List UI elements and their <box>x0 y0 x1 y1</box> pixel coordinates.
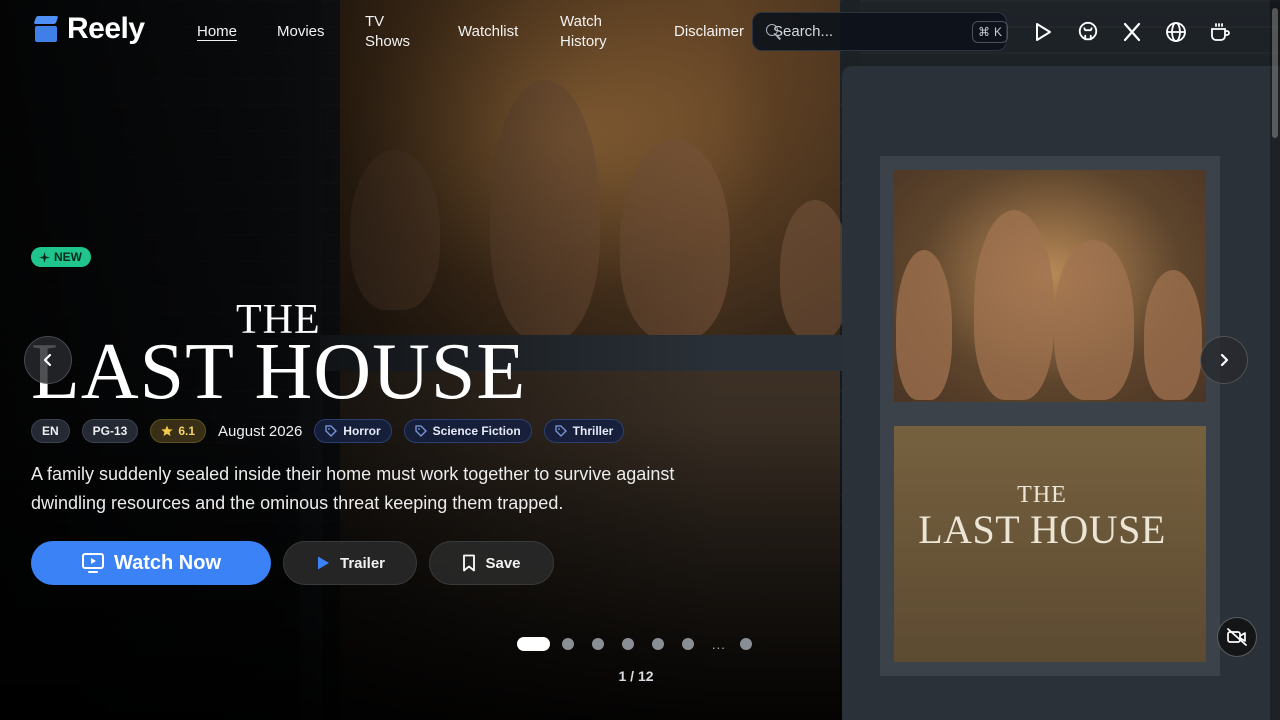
genre-label: Horror <box>343 424 381 438</box>
genre-pill[interactable]: Thriller <box>543 419 625 443</box>
carousel-dot[interactable] <box>652 638 664 650</box>
carousel-pagination: ... <box>517 636 770 652</box>
nav-home[interactable]: Home <box>197 22 237 42</box>
app-name: Reely <box>67 12 145 45</box>
genre-pill[interactable]: Horror <box>314 419 392 443</box>
top-navbar: Reely Home Movies TV Shows Watchlist Wat… <box>0 0 1280 64</box>
clapperboard-icon <box>33 16 59 42</box>
trailer-button[interactable]: Trailer <box>283 541 417 585</box>
carousel-dot[interactable] <box>592 638 604 650</box>
rating-value: 6.1 <box>178 424 196 438</box>
carousel-next-button[interactable] <box>1200 336 1248 384</box>
rating-pill: 6.1 <box>150 419 207 443</box>
carousel-dot-last[interactable] <box>739 638 752 650</box>
play-icon <box>317 556 329 570</box>
language-pill: EN <box>31 419 70 443</box>
save-button[interactable]: Save <box>429 541 554 585</box>
certification-pill: PG-13 <box>81 419 139 443</box>
tag-icon <box>414 425 427 437</box>
app-logo[interactable]: Reely <box>33 12 145 46</box>
watch-now-label: Watch Now <box>113 551 222 574</box>
chevron-right-icon <box>1220 353 1229 367</box>
carousel-dot-active[interactable] <box>517 637 550 651</box>
carousel-dot[interactable] <box>562 638 574 650</box>
carousel-prev-button[interactable] <box>24 336 72 384</box>
poster-title-main: LAST HOUSE <box>918 507 1166 552</box>
poster-window-sash <box>882 402 1218 426</box>
scrollbar-thumb[interactable] <box>1272 8 1278 138</box>
tag-icon <box>555 425 567 437</box>
page-scrollbar[interactable] <box>1270 0 1280 720</box>
monitor-play-icon <box>81 553 104 573</box>
genre-label: Science Fiction <box>432 424 521 438</box>
carousel-counter: 1 / 12 <box>618 668 654 684</box>
chevron-left-icon <box>43 353 52 367</box>
coffee-cup-icon[interactable] <box>1208 20 1232 44</box>
save-label: Save <box>485 554 521 572</box>
carousel-dot[interactable] <box>622 638 634 650</box>
command-key-icon: ⌘ <box>978 24 990 39</box>
globe-icon[interactable] <box>1164 20 1188 44</box>
poster-figure <box>1144 270 1202 400</box>
poster-figure <box>1054 240 1134 400</box>
poster-title-top: THE <box>1017 482 1067 508</box>
star-icon <box>161 425 173 436</box>
nav-movies[interactable]: Movies <box>277 22 325 42</box>
github-icon[interactable] <box>1076 20 1100 44</box>
poster-figure <box>974 210 1054 400</box>
title-logo-main: LAST HOUSE <box>31 328 527 416</box>
release-date: August 2026 <box>218 422 303 440</box>
genre-pill[interactable]: Science Fiction <box>403 419 532 443</box>
watch-now-button[interactable]: Watch Now <box>31 541 271 585</box>
x-icon[interactable] <box>1120 20 1144 44</box>
poster-window-upper <box>894 170 1206 402</box>
search-input[interactable] <box>773 23 972 40</box>
search-shortcut: ⌘ K <box>972 20 1009 43</box>
nav-watchlist[interactable]: Watchlist <box>458 22 518 42</box>
tag-icon <box>325 425 338 437</box>
bookmark-icon <box>463 554 476 572</box>
toggle-trailer-video-button[interactable] <box>1217 617 1257 657</box>
new-badge: NEW <box>31 247 91 267</box>
genre-label: Thriller <box>572 424 614 438</box>
new-badge-label: NEW <box>54 250 82 264</box>
nav-watch-history[interactable]: Watch History <box>560 12 630 52</box>
search-bar[interactable]: ⌘ K <box>752 12 1009 51</box>
poster-figure <box>896 250 952 400</box>
carousel-dot[interactable] <box>682 638 694 650</box>
movie-poster[interactable]: THE LAST HOUSE <box>842 66 1280 720</box>
video-off-icon <box>1227 628 1247 646</box>
movie-overview: A family suddenly sealed inside their ho… <box>31 464 675 513</box>
movie-meta-row: EN PG-13 6.1 August 2026 Horror Science … <box>31 419 625 443</box>
sparkle-icon <box>39 251 50 263</box>
carousel-ellipsis: ... <box>712 636 726 652</box>
trailer-label: Trailer <box>339 554 386 572</box>
shortcut-key: K <box>994 24 1003 39</box>
nav-disclaimer[interactable]: Disclaimer <box>674 22 744 42</box>
play-store-icon[interactable] <box>1031 20 1055 44</box>
nav-tv-shows[interactable]: TV Shows <box>365 12 425 52</box>
